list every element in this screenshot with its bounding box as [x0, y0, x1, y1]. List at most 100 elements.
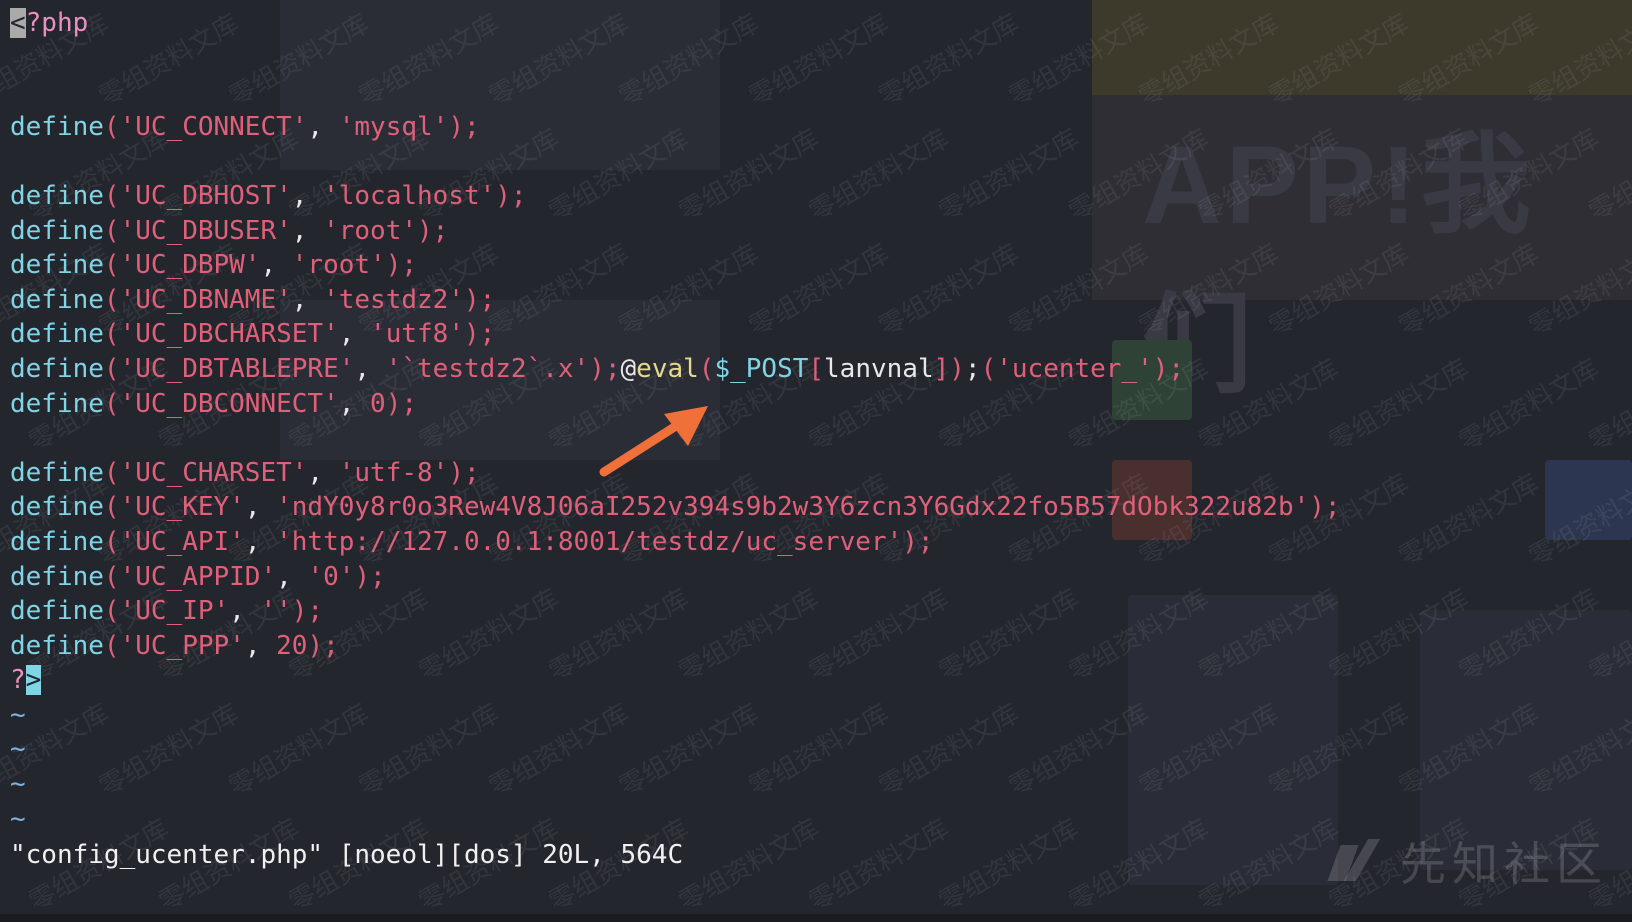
code-line[interactable]: define('UC_PPP', 20); [10, 629, 1632, 664]
blank-line[interactable] [10, 421, 1632, 456]
open-paren: ( [103, 215, 120, 246]
keyword-define: define [10, 388, 104, 419]
code-line[interactable]: ?> [10, 663, 1632, 698]
constant-value: 20 [276, 630, 308, 661]
keyword-define: define [10, 250, 104, 281]
constant-value: 'utf-8' [338, 457, 449, 488]
line-end: ); [417, 215, 449, 246]
open-paren: ( [103, 388, 120, 419]
code-line[interactable]: define('UC_CONNECT', 'mysql'); [10, 110, 1632, 145]
code-line[interactable]: define('UC_CHARSET', 'utf-8'); [10, 456, 1632, 491]
constant-name: 'UC_DBNAME' [119, 284, 292, 315]
php-close-tag: ? [10, 665, 26, 696]
php-open-tag: ?php [25, 8, 89, 38]
injected-arg: lanvnal [824, 353, 934, 384]
line-end: ); [448, 457, 480, 488]
code-line[interactable]: ~ [10, 767, 1632, 802]
constant-name: 'UC_DBUSER' [119, 215, 292, 246]
keyword-define: define [10, 180, 104, 211]
close-paren: ); [589, 353, 621, 384]
constant-value: 'ndY0y8r0o3Rew4V8J06aI252v394s9b2w3Y6zcn… [276, 492, 1310, 523]
constant-name: 'UC_KEY' [119, 492, 245, 523]
injected-bracket: ] [933, 353, 950, 384]
injected-paren: ( [698, 353, 715, 384]
constant-value: 'http://127.0.0.1:8001/testdz/uc_server' [276, 526, 903, 557]
line-end: ); [495, 180, 527, 211]
injected-paren: ) [949, 353, 965, 384]
injected-bracket: [ [808, 353, 825, 384]
injected-paren: ( [980, 353, 997, 384]
open-paren: ( [103, 526, 120, 557]
line-end: ); [448, 111, 480, 142]
constant-name: 'UC_PPP' [119, 630, 245, 661]
open-paren: ( [103, 284, 120, 315]
constant-value: 'testdz2' [323, 284, 464, 315]
code-line[interactable]: define('UC_DBPW', 'root'); [10, 248, 1632, 283]
blank-line[interactable] [10, 75, 1632, 110]
constant-value: 'root' [291, 250, 386, 281]
separator: , [307, 111, 339, 142]
constant-value: 'localhost' [323, 180, 496, 211]
separator: , [291, 215, 324, 246]
keyword-define: define [10, 492, 104, 523]
injected-at: @ [620, 353, 637, 384]
open-paren: ( [103, 250, 120, 281]
constant-name: 'UC_DBCHARSET' [119, 319, 339, 350]
injected-post-var: $_POST [714, 353, 809, 384]
code-line[interactable]: define('UC_API', 'http://127.0.0.1:8001/… [10, 525, 1632, 560]
open-paren: ( [103, 630, 120, 661]
open-paren: ( [103, 457, 120, 488]
code-line[interactable]: define('UC_DBHOST', 'localhost'); [10, 179, 1632, 214]
constant-value: '0' [307, 561, 355, 592]
constant-name: 'UC_IP' [119, 596, 230, 627]
code-line[interactable]: define('UC_IP', ''); [10, 594, 1632, 629]
vim-buffer[interactable]: <?php define('UC_CONNECT', 'mysql'); defin… [10, 6, 1632, 836]
empty-line-marker: ~ [10, 803, 26, 834]
separator: , [244, 630, 277, 661]
keyword-define: define [10, 215, 104, 246]
empty-line-marker: ~ [10, 769, 26, 800]
constant-value: 'mysql' [338, 111, 449, 142]
separator: , [338, 388, 371, 419]
code-line[interactable]: ~ [10, 732, 1632, 767]
line-end: ); [291, 596, 324, 627]
code-line[interactable]: <?php [10, 6, 1632, 41]
code-line[interactable]: define('UC_DBNAME', 'testdz2'); [10, 283, 1632, 318]
code-line[interactable]: define('UC_DBCONNECT', 0); [10, 387, 1632, 422]
constant-value: '' [260, 596, 292, 627]
line-end: ); [463, 319, 496, 350]
line-end: ); [385, 250, 418, 281]
blank-line[interactable] [10, 41, 1632, 76]
code-line[interactable]: define('UC_APPID', '0'); [10, 560, 1632, 595]
injected-prefix: 'ucenter_' [996, 353, 1153, 384]
blank-line[interactable] [10, 144, 1632, 179]
code-line[interactable]: ~ [10, 698, 1632, 733]
line-end: ); [354, 561, 386, 592]
separator: , [260, 250, 292, 281]
annotation-arrow-icon [599, 406, 708, 477]
constant-name: 'UC_APPID' [119, 561, 277, 592]
code-line[interactable]: define('UC_DBUSER', 'root'); [10, 214, 1632, 249]
empty-line-marker: ~ [10, 734, 26, 765]
site-logo: 先知社区 [1334, 828, 1608, 894]
constant-value: 'utf8' [370, 319, 464, 350]
logo-text: 先知社区 [1400, 837, 1608, 891]
code-line[interactable]: define('UC_KEY', 'ndY0y8r0o3Rew4V8J06aI2… [10, 490, 1632, 525]
open-paren: ( [103, 561, 120, 592]
separator: , [307, 457, 339, 488]
terminal-bottom-edge [0, 914, 1632, 922]
logo-icon [1334, 839, 1390, 883]
keyword-define: define [10, 526, 104, 557]
code-line[interactable]: define('UC_DBCHARSET', 'utf8'); [10, 317, 1632, 352]
separator: , [229, 596, 261, 627]
keyword-define: define [10, 111, 104, 142]
keyword-define: define [10, 353, 104, 384]
keyword-define: define [10, 284, 104, 315]
code-line[interactable]: ~ [10, 802, 1632, 837]
line-end: ); [463, 284, 496, 315]
separator: , [354, 353, 386, 384]
empty-line-marker: ~ [10, 699, 26, 730]
code-line[interactable]: define('UC_DBTABLEPRE', '`testdz2`.x');@… [10, 352, 1632, 387]
text-cursor: < [10, 8, 26, 38]
constant-name: 'UC_API' [119, 526, 245, 557]
